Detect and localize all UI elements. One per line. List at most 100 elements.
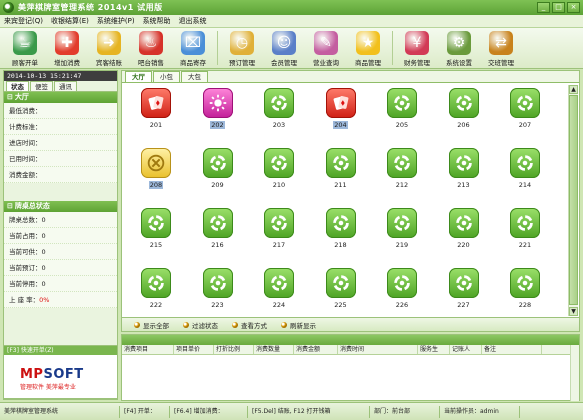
column-header[interactable]: 消费项目: [122, 345, 174, 354]
menu-help[interactable]: 系统帮助: [139, 16, 175, 26]
toolbar-button-0[interactable]: ☕ 顾客开单: [4, 28, 46, 68]
info-label: 上 座 率：: [9, 296, 40, 304]
toolbar-button-7[interactable]: ✎ 营业查询: [305, 28, 347, 68]
info-label: 消费金额：: [9, 171, 42, 179]
toolbar-label: 系统设置: [446, 59, 472, 67]
column-header[interactable]: 备注: [482, 345, 542, 354]
column-header[interactable]: 服务生: [418, 345, 450, 354]
menu-guest-register[interactable]: 来宾登记(Q): [0, 16, 47, 26]
show-all-button[interactable]: 显示全部: [134, 320, 169, 330]
table-tile[interactable]: 216: [188, 208, 248, 266]
tab-hall[interactable]: 大厅: [125, 71, 152, 82]
tab-small-room[interactable]: 小包: [153, 71, 180, 82]
table-tile[interactable]: 205: [372, 88, 432, 146]
table-tile[interactable]: 209: [188, 148, 248, 206]
info-row: 当前停用：0: [4, 276, 117, 292]
tab-large-room[interactable]: 大包: [181, 71, 208, 82]
available-table-icon: [141, 268, 171, 298]
bar-sales-icon: ♨: [139, 31, 163, 55]
consumption-detail-table: 消费项目 项目单价 打折比例 消费数量 消费金额 消费时间 服务生 记账人 备注: [121, 334, 580, 401]
info-label: 进店时间：: [9, 139, 42, 147]
column-header[interactable]: 消费数量: [254, 345, 294, 354]
tab-messages[interactable]: 通讯: [54, 81, 77, 91]
column-header[interactable]: 打折比例: [214, 345, 254, 354]
info-row: 牌桌总数：0: [4, 212, 117, 228]
table-tile[interactable]: 207: [495, 88, 555, 146]
collapse-icon[interactable]: ⊟: [7, 201, 13, 212]
quick-open-bar[interactable]: [F3] 快速开单(Z): [4, 346, 117, 355]
column-header[interactable]: 项目单价: [174, 345, 214, 354]
scroll-thumb[interactable]: [569, 95, 578, 305]
table-tile[interactable]: 215: [126, 208, 186, 266]
occupied-table-icon: [325, 88, 356, 118]
table-tile[interactable]: 212: [372, 148, 432, 206]
toolbar-button-8[interactable]: ★ 商品管理: [347, 28, 389, 68]
title-bar: 美萍棋牌室管理系统 2014v1 试用版 _ □ ×: [0, 0, 583, 15]
grid-scrollbar[interactable]: ▲ ▼: [568, 85, 578, 316]
menu-system-maintenance[interactable]: 系统维护(P): [93, 16, 139, 26]
disabled-table-icon: [141, 148, 171, 178]
table-tile[interactable]: 217: [249, 208, 309, 266]
toolbar-button-9[interactable]: ¥ 财务管理: [396, 28, 438, 68]
close-button[interactable]: ×: [567, 2, 580, 13]
table-tile[interactable]: 203: [249, 88, 309, 146]
table-tile[interactable]: 218: [311, 208, 371, 266]
menu-checkout[interactable]: 收银结算(E): [47, 16, 93, 26]
table-tile[interactable]: 213: [434, 148, 494, 206]
scroll-down-icon[interactable]: ▼: [569, 307, 578, 316]
table-tile[interactable]: 208: [126, 148, 186, 206]
detail-scrollbar[interactable]: [570, 345, 579, 401]
collapse-icon[interactable]: ⊟: [7, 92, 13, 103]
table-tile[interactable]: 221: [495, 208, 555, 266]
menu-exit[interactable]: 退出系统: [175, 16, 211, 26]
info-value: 0: [41, 216, 46, 224]
table-tile[interactable]: 210: [249, 148, 309, 206]
minimize-button[interactable]: _: [537, 2, 550, 13]
info-label: 计费标准：: [9, 123, 42, 131]
tab-notes[interactable]: 便签: [30, 81, 53, 91]
toolbar-button-5[interactable]: ◷ 预订管理: [221, 28, 263, 68]
view-mode-button[interactable]: 查看方式: [232, 320, 267, 330]
maximize-button[interactable]: □: [552, 2, 565, 13]
toolbar-label: 财务管理: [404, 59, 430, 67]
info-label: 最低消费：: [9, 107, 42, 115]
table-number: 205: [395, 121, 409, 129]
table-tile[interactable]: 204: [311, 88, 371, 146]
column-header[interactable]: 记账人: [450, 345, 482, 354]
status-segment: 美萍棋牌室管理系统: [0, 405, 120, 418]
info-row: 当前预订：0: [4, 260, 117, 276]
table-number: 201: [149, 121, 163, 129]
toolbar-button-3[interactable]: ♨ 吧台销售: [130, 28, 172, 68]
scroll-up-icon[interactable]: ▲: [569, 85, 578, 94]
refresh-button[interactable]: 刷新显示: [281, 320, 316, 330]
toolbar-button-11[interactable]: ⇄ 交班管理: [480, 28, 522, 68]
column-header[interactable]: 消费金额: [294, 345, 338, 354]
summary-info: 牌桌总数：0 当前占用：0 当前可供：0 当前预订：0 当前停用：0 上 座 率：0%: [4, 212, 117, 308]
table-number: 209: [211, 181, 224, 189]
table-tile[interactable]: 214: [495, 148, 555, 206]
toolbar-button-6[interactable]: ☺ 会员管理: [263, 28, 305, 68]
table-number: 222: [149, 301, 163, 309]
status-segment: [F5.Del] 结账, F12 打开钱箱: [248, 405, 370, 418]
table-tile[interactable]: 206: [434, 88, 494, 146]
status-segment: 当前操作员：admin: [440, 405, 520, 418]
toolbar-button-4[interactable]: ⌧ 商品寄存: [172, 28, 214, 68]
info-row: 上 座 率：0%: [4, 292, 117, 308]
table-tile[interactable]: 220: [434, 208, 494, 266]
table-tile[interactable]: 201: [126, 88, 186, 146]
column-header[interactable]: 消费时间: [338, 345, 418, 354]
detail-header-row: 消费项目 项目单价 打折比例 消费数量 消费金额 消费时间 服务生 记账人 备注: [122, 345, 579, 355]
toolbar-button-10[interactable]: ⚙ 系统设置: [438, 28, 480, 68]
table-number: 208: [148, 181, 164, 189]
table-tile[interactable]: 219: [372, 208, 432, 266]
filter-status-button[interactable]: 过滤状态: [183, 320, 218, 330]
info-row: 消费金额：: [4, 167, 117, 183]
table-tile[interactable]: 202: [188, 88, 248, 146]
table-number: 226: [395, 301, 409, 309]
toolbar-button-1[interactable]: ✚ 增加消费: [46, 28, 88, 68]
tab-status[interactable]: 状态: [6, 81, 29, 91]
toolbar-label: 商品寄存: [180, 59, 206, 67]
toolbar-button-2[interactable]: ➜ 宾客结账: [88, 28, 130, 68]
toolbar-label: 顾客开单: [12, 59, 38, 67]
table-tile[interactable]: 211: [311, 148, 371, 206]
